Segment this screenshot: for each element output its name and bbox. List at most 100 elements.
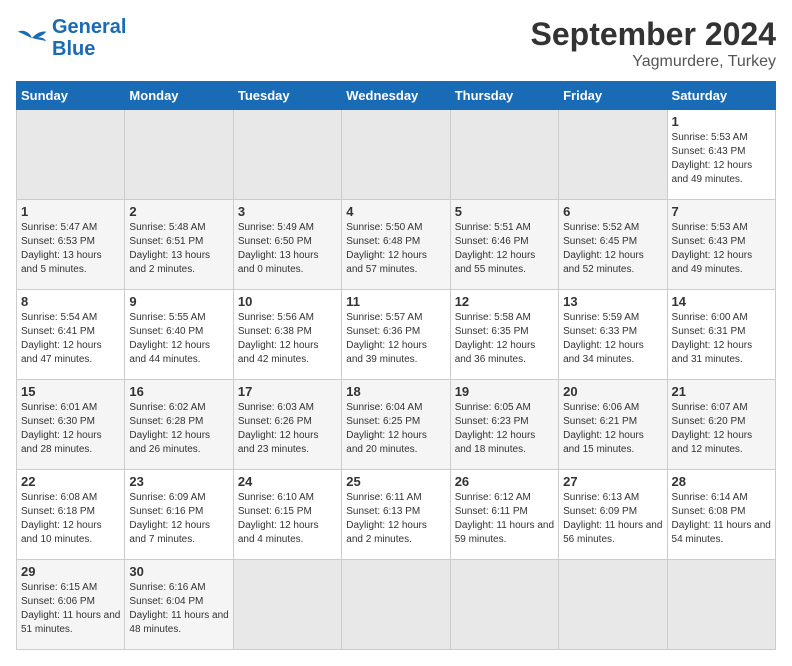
day-info: Sunrise: 6:15 AMSunset: 6:06 PMDaylight:… xyxy=(21,581,120,637)
calendar-cell: 17 Sunrise: 6:03 AMSunset: 6:26 PMDayligh… xyxy=(233,380,341,470)
day-number: 15 xyxy=(21,384,120,399)
calendar-cell: 25 Sunrise: 6:11 AMSunset: 6:13 PMDayligh… xyxy=(342,470,450,560)
calendar-cell: 8 Sunrise: 5:54 AMSunset: 6:41 PMDaylight… xyxy=(17,290,125,380)
day-number: 26 xyxy=(455,474,554,489)
calendar-cell: 14Sunrise: 6:00 AMSunset: 6:31 PMDayligh… xyxy=(667,290,775,380)
calendar-cell xyxy=(559,110,667,200)
calendar-cell: 11Sunrise: 5:57 AMSunset: 6:36 PMDayligh… xyxy=(342,290,450,380)
weekday-header-thursday: Thursday xyxy=(450,82,558,110)
day-number: 8 xyxy=(21,294,120,309)
calendar-cell: 23 Sunrise: 6:09 AMSunset: 6:16 PMDayligh… xyxy=(125,470,233,560)
day-number: 1 xyxy=(21,204,120,219)
day-info: Sunrise: 6:10 AMSunset: 6:15 PMDaylight:… xyxy=(238,491,337,547)
day-info: Sunrise: 5:56 AMSunset: 6:38 PMDaylight:… xyxy=(238,311,337,367)
calendar-cell xyxy=(667,560,775,650)
day-number: 10 xyxy=(238,294,337,309)
calendar-week-row: 1 Sunrise: 5:47 AMSunset: 6:53 PMDaylight… xyxy=(17,200,776,290)
calendar-week-row: 1 Sunrise: 5:53 AMSunset: 6:43 PMDaylight… xyxy=(17,110,776,200)
calendar-week-row: 15 Sunrise: 6:01 AMSunset: 6:30 PMDayligh… xyxy=(17,380,776,470)
calendar-week-row: 8 Sunrise: 5:54 AMSunset: 6:41 PMDaylight… xyxy=(17,290,776,380)
day-number: 28 xyxy=(672,474,771,489)
calendar-cell: 30Sunrise: 6:16 AMSunset: 6:04 PMDayligh… xyxy=(125,560,233,650)
calendar-week-row: 22 Sunrise: 6:08 AMSunset: 6:18 PMDayligh… xyxy=(17,470,776,560)
day-number: 7 xyxy=(672,204,771,219)
day-number: 29 xyxy=(21,564,120,579)
day-info: Sunrise: 5:52 AMSunset: 6:45 PMDaylight:… xyxy=(563,221,662,277)
day-info: Sunrise: 5:51 AMSunset: 6:46 PMDaylight:… xyxy=(455,221,554,277)
day-number: 24 xyxy=(238,474,337,489)
calendar-cell: 1 Sunrise: 5:53 AMSunset: 6:43 PMDaylight… xyxy=(667,110,775,200)
day-info: Sunrise: 5:58 AMSunset: 6:35 PMDaylight:… xyxy=(455,311,554,367)
calendar-cell xyxy=(450,110,558,200)
day-info: Sunrise: 5:49 AMSunset: 6:50 PMDaylight:… xyxy=(238,221,337,277)
day-number: 23 xyxy=(129,474,228,489)
calendar-cell xyxy=(233,560,341,650)
calendar-cell xyxy=(342,560,450,650)
day-number: 19 xyxy=(455,384,554,399)
calendar-cell: 5Sunrise: 5:51 AMSunset: 6:46 PMDaylight… xyxy=(450,200,558,290)
day-number: 12 xyxy=(455,294,554,309)
weekday-header-monday: Monday xyxy=(125,82,233,110)
calendar-cell: 13 Sunrise: 5:59 AMSunset: 6:33 PMDayligh… xyxy=(559,290,667,380)
calendar-cell: 2Sunrise: 5:48 AMSunset: 6:51 PMDaylight… xyxy=(125,200,233,290)
day-info: Sunrise: 6:14 AMSunset: 6:08 PMDaylight:… xyxy=(672,491,771,547)
calendar-cell xyxy=(450,560,558,650)
calendar-cell xyxy=(125,110,233,200)
day-number: 6 xyxy=(563,204,662,219)
day-info: Sunrise: 5:53 AMSunset: 6:43 PMDaylight:… xyxy=(672,131,771,187)
day-info: Sunrise: 6:02 AMSunset: 6:28 PMDaylight:… xyxy=(129,401,228,457)
day-number: 21 xyxy=(672,384,771,399)
calendar-table: SundayMondayTuesdayWednesdayThursdayFrid… xyxy=(16,81,776,650)
calendar-cell: 12 Sunrise: 5:58 AMSunset: 6:35 PMDayligh… xyxy=(450,290,558,380)
day-info: Sunrise: 6:05 AMSunset: 6:23 PMDaylight:… xyxy=(455,401,554,457)
day-number: 9 xyxy=(129,294,228,309)
day-info: Sunrise: 5:48 AMSunset: 6:51 PMDaylight:… xyxy=(129,221,228,277)
calendar-cell: 24 Sunrise: 6:10 AMSunset: 6:15 PMDayligh… xyxy=(233,470,341,560)
calendar-cell: 21 Sunrise: 6:07 AMSunset: 6:20 PMDayligh… xyxy=(667,380,775,470)
day-number: 13 xyxy=(563,294,662,309)
day-info: Sunrise: 6:09 AMSunset: 6:16 PMDaylight:… xyxy=(129,491,228,547)
day-number: 16 xyxy=(129,384,228,399)
calendar-cell: 29 Sunrise: 6:15 AMSunset: 6:06 PMDayligh… xyxy=(17,560,125,650)
calendar-cell: 9 Sunrise: 5:55 AMSunset: 6:40 PMDaylight… xyxy=(125,290,233,380)
calendar-cell: 27Sunrise: 6:13 AMSunset: 6:09 PMDayligh… xyxy=(559,470,667,560)
calendar-cell: 4 Sunrise: 5:50 AMSunset: 6:48 PMDaylight… xyxy=(342,200,450,290)
calendar-cell: 15 Sunrise: 6:01 AMSunset: 6:30 PMDayligh… xyxy=(17,380,125,470)
day-info: Sunrise: 5:47 AMSunset: 6:53 PMDaylight:… xyxy=(21,221,120,277)
weekday-header-friday: Friday xyxy=(559,82,667,110)
day-number: 20 xyxy=(563,384,662,399)
day-number: 18 xyxy=(346,384,445,399)
day-info: Sunrise: 5:53 AMSunset: 6:43 PMDaylight:… xyxy=(672,221,771,277)
calendar-cell: 6 Sunrise: 5:52 AMSunset: 6:45 PMDaylight… xyxy=(559,200,667,290)
title-area: September 2024 Yagmurdere, Turkey xyxy=(531,16,776,71)
month-title: September 2024 xyxy=(531,16,776,53)
day-info: Sunrise: 5:50 AMSunset: 6:48 PMDaylight:… xyxy=(346,221,445,277)
day-info: Sunrise: 5:54 AMSunset: 6:41 PMDaylight:… xyxy=(21,311,120,367)
weekday-header-saturday: Saturday xyxy=(667,82,775,110)
day-info: Sunrise: 6:11 AMSunset: 6:13 PMDaylight:… xyxy=(346,491,445,547)
calendar-cell: 26 Sunrise: 6:12 AMSunset: 6:11 PMDayligh… xyxy=(450,470,558,560)
day-info: Sunrise: 6:01 AMSunset: 6:30 PMDaylight:… xyxy=(21,401,120,457)
weekday-header-row: SundayMondayTuesdayWednesdayThursdayFrid… xyxy=(17,82,776,110)
day-number: 27 xyxy=(563,474,662,489)
weekday-header-wednesday: Wednesday xyxy=(342,82,450,110)
calendar-cell xyxy=(342,110,450,200)
calendar-cell xyxy=(559,560,667,650)
day-number: 22 xyxy=(21,474,120,489)
day-number: 1 xyxy=(672,114,771,129)
calendar-cell: 28 Sunrise: 6:14 AMSunset: 6:08 PMDayligh… xyxy=(667,470,775,560)
calendar-cell: 18Sunrise: 6:04 AMSunset: 6:25 PMDayligh… xyxy=(342,380,450,470)
logo: General Blue xyxy=(16,16,126,60)
day-number: 3 xyxy=(238,204,337,219)
day-number: 25 xyxy=(346,474,445,489)
day-info: Sunrise: 5:59 AMSunset: 6:33 PMDaylight:… xyxy=(563,311,662,367)
day-info: Sunrise: 6:03 AMSunset: 6:26 PMDaylight:… xyxy=(238,401,337,457)
day-number: 17 xyxy=(238,384,337,399)
day-info: Sunrise: 5:55 AMSunset: 6:40 PMDaylight:… xyxy=(129,311,228,367)
day-info: Sunrise: 6:07 AMSunset: 6:20 PMDaylight:… xyxy=(672,401,771,457)
day-info: Sunrise: 6:12 AMSunset: 6:11 PMDaylight:… xyxy=(455,491,554,547)
day-info: Sunrise: 5:57 AMSunset: 6:36 PMDaylight:… xyxy=(346,311,445,367)
day-number: 30 xyxy=(129,564,228,579)
day-number: 4 xyxy=(346,204,445,219)
day-info: Sunrise: 6:08 AMSunset: 6:18 PMDaylight:… xyxy=(21,491,120,547)
